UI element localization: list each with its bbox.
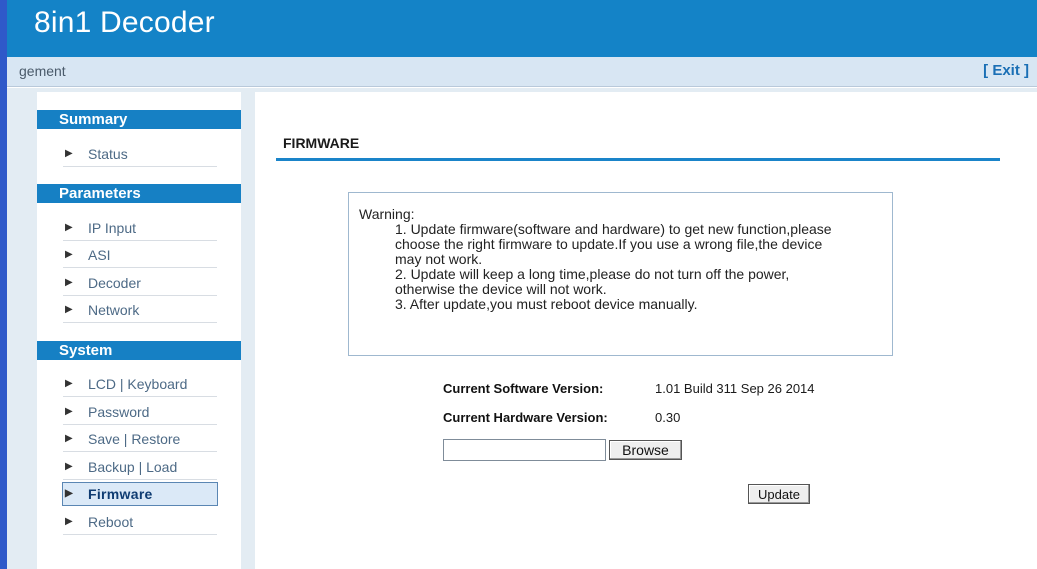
main-content: FIRMWARE Warning: 1. Update firmware(sof…	[255, 92, 1037, 569]
sidebar-item-label: IP Input	[88, 220, 137, 236]
triangle-right-icon: ▶	[65, 304, 73, 315]
sidebar-section-summary: Summary	[37, 110, 241, 129]
triangle-right-icon: ▶	[65, 378, 73, 389]
software-version-label: Current Software Version:	[443, 381, 604, 396]
warning-line: 1. Update firmware(software and hardware…	[395, 221, 832, 237]
sidebar-item-label: Save | Restore	[88, 431, 181, 447]
triangle-right-icon: ▶	[65, 433, 73, 444]
triangle-right-icon: ▶	[65, 488, 73, 499]
sidebar-item-label: Reboot	[88, 514, 134, 530]
sidebar-item-firmware[interactable]: ▶ Firmware	[62, 482, 218, 506]
sidebar-item-lcd-keyboard[interactable]: ▶ LCD | Keyboard	[63, 373, 217, 397]
exit-link[interactable]: [ Exit ]	[983, 62, 1029, 79]
update-button[interactable]: Update	[748, 484, 810, 504]
sidebar-section-system: System	[37, 341, 241, 360]
sidebar: Summary ▶ Status Parameters ▶ IP Input ▶…	[37, 92, 241, 569]
breadcrumb: gement	[19, 63, 66, 79]
sidebar-item-ip-input[interactable]: ▶ IP Input	[63, 217, 217, 241]
sidebar-item-label: Decoder	[88, 275, 141, 291]
warning-line: 3. After update,you must reboot device m…	[395, 296, 698, 312]
page-shell: Summary ▶ Status Parameters ▶ IP Input ▶…	[7, 88, 1037, 569]
sidebar-item-save-restore[interactable]: ▶ Save | Restore	[63, 428, 217, 452]
title-divider	[276, 158, 1000, 161]
sidebar-item-asi[interactable]: ▶ ASI	[63, 244, 217, 268]
sidebar-item-label: Network	[88, 302, 140, 318]
sidebar-item-password[interactable]: ▶ Password	[63, 401, 217, 425]
triangle-right-icon: ▶	[65, 516, 73, 527]
sidebar-section-parameters: Parameters	[37, 184, 241, 203]
sidebar-item-status[interactable]: ▶ Status	[63, 143, 217, 167]
app-title: 8in1 Decoder	[34, 6, 215, 39]
left-edge-strip	[0, 0, 7, 569]
triangle-right-icon: ▶	[65, 249, 73, 260]
app-header: 8in1 Decoder	[7, 0, 1037, 57]
triangle-right-icon: ▶	[65, 406, 73, 417]
sidebar-item-backup-load[interactable]: ▶ Backup | Load	[63, 456, 217, 480]
triangle-right-icon: ▶	[65, 222, 73, 233]
sidebar-item-network[interactable]: ▶ Network	[63, 299, 217, 323]
sidebar-item-decoder[interactable]: ▶ Decoder	[63, 272, 217, 296]
warning-line: may not work.	[395, 251, 483, 267]
triangle-right-icon: ▶	[65, 148, 73, 159]
sidebar-item-label: Password	[88, 404, 150, 420]
warning-line: otherwise the device will not work.	[395, 281, 607, 297]
warning-box: Warning: 1. Update firmware(software and…	[348, 192, 893, 356]
sidebar-item-label: ASI	[88, 247, 111, 263]
warning-line: 2. Update will keep a long time,please d…	[395, 266, 790, 282]
page-title: FIRMWARE	[283, 135, 360, 151]
browse-button[interactable]: Browse	[609, 440, 682, 460]
warning-heading: Warning:	[359, 206, 415, 222]
sidebar-item-label: Status	[88, 146, 128, 162]
firmware-file-input[interactable]	[443, 439, 606, 461]
sidebar-item-label: Firmware	[88, 486, 153, 502]
software-version-value: 1.01 Build 311 Sep 26 2014	[655, 381, 815, 396]
warning-line: choose the right firmware to update.If y…	[395, 236, 823, 252]
triangle-right-icon: ▶	[65, 277, 73, 288]
sidebar-item-label: LCD | Keyboard	[88, 376, 188, 392]
sidebar-item-reboot[interactable]: ▶ Reboot	[63, 511, 217, 535]
top-bar: gement [ Exit ]	[7, 57, 1037, 87]
sidebar-item-label: Backup | Load	[88, 459, 178, 475]
hardware-version-label: Current Hardware Version:	[443, 410, 608, 425]
hardware-version-value: 0.30	[655, 410, 681, 425]
triangle-right-icon: ▶	[65, 461, 73, 472]
